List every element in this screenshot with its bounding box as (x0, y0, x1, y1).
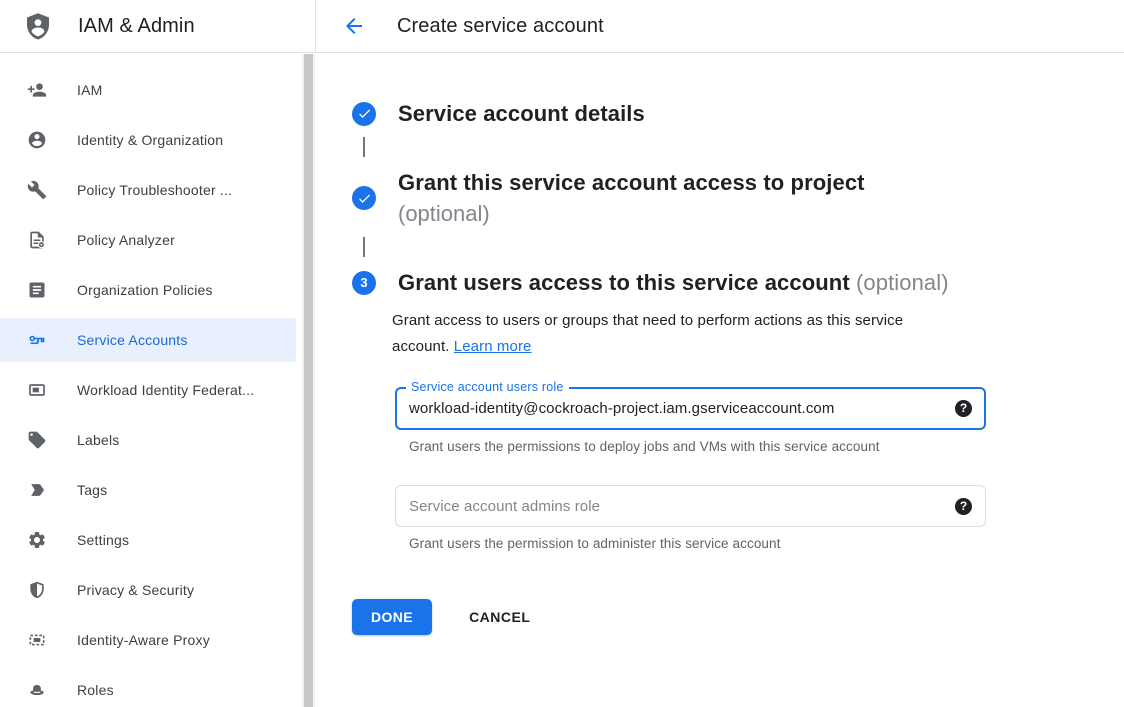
sidebar-item-label: Identity-Aware Proxy (77, 632, 210, 648)
sidebar-item-label: Settings (77, 532, 129, 548)
sidebar-item-label: Service Accounts (77, 332, 188, 348)
document-analyze-icon (27, 230, 47, 250)
step-1-check-icon (352, 102, 376, 126)
sidebar-item-label: Organization Policies (77, 282, 213, 298)
step-2-title: Grant this service account access to pro… (398, 167, 865, 198)
sidebar-item-privacy-security[interactable]: Privacy & Security (0, 565, 302, 615)
person-add-icon (27, 80, 47, 100)
iam-admin-shield-icon (23, 11, 53, 41)
step-1-title: Service account details (398, 98, 645, 129)
users-role-field-label: Service account users role (406, 380, 569, 394)
step-2-optional-label: (optional) (398, 198, 865, 229)
sidebar-item-settings[interactable]: Settings (0, 515, 302, 565)
users-role-field-group: Service account users role ? Grant users… (395, 387, 986, 454)
sidebar-item-label: Policy Troubleshooter ... (77, 182, 232, 198)
proxy-frame-icon (27, 630, 47, 650)
create-service-account-form: Service account details Grant this servi… (316, 54, 1124, 707)
sidebar-nav: IAM Identity & Organization Policy Troub… (0, 54, 302, 707)
sidebar-item-workload-identity-federation[interactable]: Workload Identity Federat... (0, 365, 302, 415)
sidebar-item-labels[interactable]: Labels (0, 415, 302, 465)
users-role-field: Service account users role ? (395, 387, 986, 430)
shield-icon (27, 580, 47, 600)
sidebar-item-label: Workload Identity Federat... (77, 382, 254, 398)
step-3-number-badge: 3 (352, 271, 376, 295)
step-connector-line (363, 137, 365, 157)
help-icon[interactable]: ? (955, 498, 972, 515)
sidebar-scrollbar-thumb[interactable] (304, 54, 313, 707)
sidebar-item-label: Roles (77, 682, 114, 698)
step-3-optional-label: (optional) (856, 270, 949, 295)
page-title: Create service account (397, 15, 604, 38)
product-title: IAM & Admin (78, 15, 195, 38)
label-tag-icon (27, 430, 47, 450)
help-icon[interactable]: ? (955, 400, 972, 417)
arrow-tag-icon (27, 480, 47, 500)
sidebar-item-policy-analyzer[interactable]: Policy Analyzer (0, 215, 302, 265)
sidebar-item-label: Labels (77, 432, 119, 448)
sidebar-item-organization-policies[interactable]: Organization Policies (0, 265, 302, 315)
step-3-title: Grant users access to this service accou… (398, 267, 949, 298)
sidebar-item-iam[interactable]: IAM (0, 65, 302, 115)
admins-role-helper-text: Grant users the permission to administer… (409, 536, 986, 551)
admins-role-field: ? (395, 485, 986, 527)
step-2-check-icon (352, 186, 376, 210)
sidebar-item-label: IAM (77, 82, 103, 98)
form-actions: DONE CANCEL (352, 599, 1084, 635)
identity-person-icon (27, 130, 47, 150)
cancel-button[interactable]: CANCEL (461, 601, 538, 633)
admins-role-input[interactable] (409, 498, 945, 515)
sidebar-item-label: Tags (77, 482, 107, 498)
article-icon (27, 280, 47, 300)
sidebar-item-policy-troubleshooter[interactable]: Policy Troubleshooter ... (0, 165, 302, 215)
sidebar-item-roles[interactable]: Roles (0, 665, 302, 707)
step-3-title-text: Grant users access to this service accou… (398, 270, 850, 295)
step-2-grant-access-to-project: Grant this service account access to pro… (352, 167, 1084, 229)
wrench-icon (27, 180, 47, 200)
product-header: IAM & Admin (0, 0, 316, 52)
sidebar-item-identity-aware-proxy[interactable]: Identity-Aware Proxy (0, 615, 302, 665)
users-role-helper-text: Grant users the permissions to deploy jo… (409, 439, 986, 454)
sidebar-item-label: Identity & Organization (77, 132, 223, 148)
back-arrow-icon[interactable] (342, 14, 366, 38)
step-3-description: Grant access to users or groups that nee… (392, 308, 952, 360)
admins-role-field-group: ? Grant users the permission to administ… (395, 485, 986, 551)
card-icon (27, 380, 47, 400)
page-header: Create service account (316, 0, 1124, 52)
learn-more-link[interactable]: Learn more (454, 338, 532, 355)
gear-icon (27, 530, 47, 550)
sidebar-scrollbar[interactable] (302, 54, 315, 707)
done-button[interactable]: DONE (352, 599, 432, 635)
users-role-input[interactable] (409, 400, 945, 417)
sidebar-item-tags[interactable]: Tags (0, 465, 302, 515)
step-3-grant-users-access: 3 Grant users access to this service acc… (352, 267, 1084, 298)
sidebar-item-label: Privacy & Security (77, 582, 194, 598)
sidebar-item-service-accounts[interactable]: Service Accounts (0, 315, 302, 365)
step-connector-line (363, 237, 365, 257)
service-account-key-icon (27, 330, 47, 350)
app-header: IAM & Admin Create service account (0, 0, 1124, 53)
sidebar-item-label: Policy Analyzer (77, 232, 175, 248)
step-1-service-account-details: Service account details (352, 98, 1084, 129)
hat-icon (27, 680, 47, 700)
sidebar-item-identity-organization[interactable]: Identity & Organization (0, 115, 302, 165)
